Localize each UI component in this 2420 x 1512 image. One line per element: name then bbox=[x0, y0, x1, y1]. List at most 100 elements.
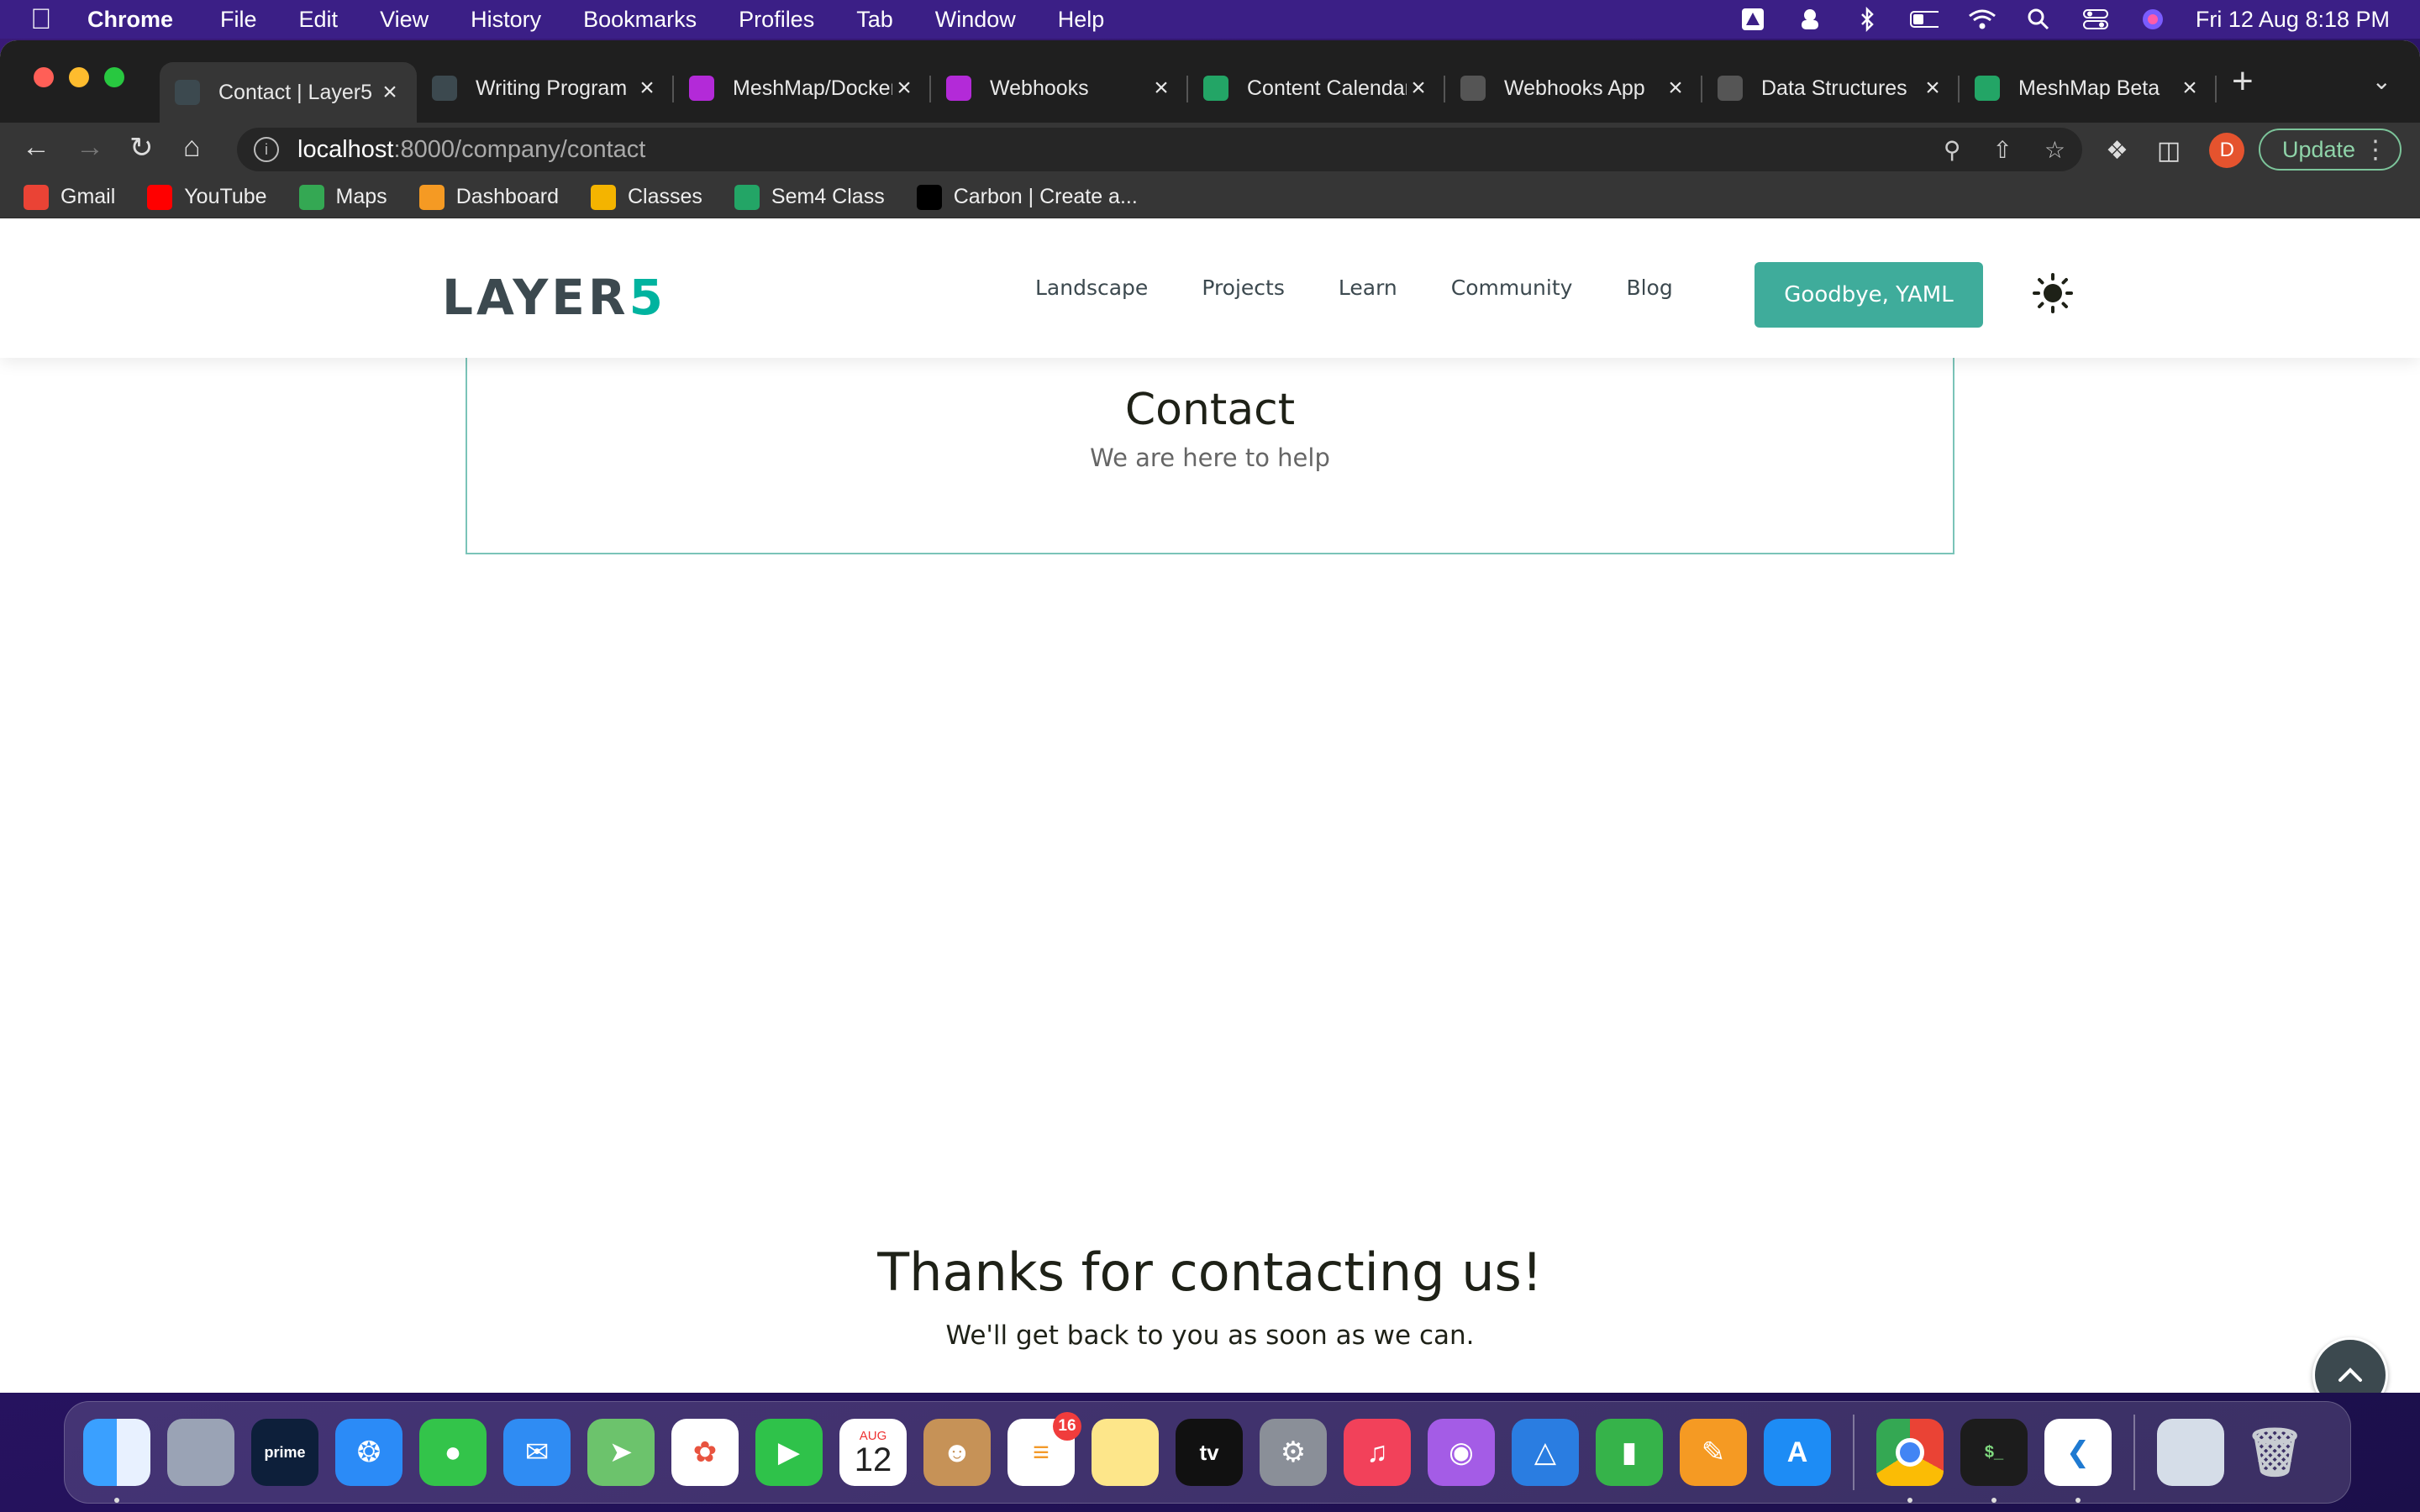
game-status-icon[interactable] bbox=[1796, 7, 1824, 32]
mail-icon[interactable]: ✉ bbox=[503, 1419, 571, 1486]
menu-bookmarks[interactable]: Bookmarks bbox=[583, 7, 697, 33]
menu-help[interactable]: Help bbox=[1058, 7, 1105, 33]
vscode-icon[interactable]: ❮ bbox=[2044, 1419, 2112, 1503]
menu-profiles[interactable]: Profiles bbox=[739, 7, 814, 33]
bookmark-item[interactable]: Carbon | Create a... bbox=[916, 184, 1138, 210]
site-info-icon[interactable]: i bbox=[254, 137, 279, 162]
tab-list: Contact | Layer5 × Writing Program × MeshMap… bbox=[160, 55, 2217, 123]
app-store-icon[interactable]: A bbox=[1764, 1419, 1831, 1486]
new-tab-button[interactable]: + bbox=[2232, 60, 2254, 102]
more-menu-icon[interactable]: ⋮ bbox=[2363, 135, 2388, 165]
nav-projects[interactable]: Projects bbox=[1202, 276, 1285, 300]
browser-tab[interactable]: Content Calendar × bbox=[1188, 62, 1445, 114]
profile-avatar[interactable]: D bbox=[2209, 133, 2245, 168]
bookmark-item[interactable]: YouTube bbox=[147, 184, 267, 210]
menu-history[interactable]: History bbox=[471, 7, 541, 33]
facetime-icon[interactable]: ▶ bbox=[755, 1419, 823, 1486]
menubar-clock[interactable]: Fri 12 Aug 8:18 PM bbox=[2196, 7, 2390, 33]
reload-icon[interactable]: ↻ bbox=[129, 131, 154, 165]
menu-tab[interactable]: Tab bbox=[856, 7, 893, 33]
tab-close-icon[interactable]: × bbox=[1150, 74, 1173, 102]
bookmark-item[interactable]: Classes bbox=[591, 184, 702, 210]
browser-tab[interactable]: Webhooks × bbox=[931, 62, 1188, 114]
numbers-icon[interactable]: ▮ bbox=[1596, 1419, 1663, 1486]
control-center-icon[interactable] bbox=[2081, 7, 2110, 32]
address-bar[interactable]: i localhost:8000/company/contact ⚲ ⇧ ☆ bbox=[237, 128, 2082, 171]
home-icon[interactable]: ⌂ bbox=[183, 131, 201, 164]
tab-search-chevron-icon[interactable]: ⌄ bbox=[2372, 67, 2391, 95]
siri-icon[interactable] bbox=[2139, 7, 2167, 32]
spotlight-search-icon[interactable] bbox=[2024, 7, 2053, 32]
goodbye-yaml-button[interactable]: Goodbye, YAML bbox=[1754, 262, 1983, 328]
theme-toggle-sun-icon[interactable] bbox=[2032, 272, 2074, 314]
back-arrow-icon[interactable]: ← bbox=[22, 131, 50, 164]
menu-file[interactable]: File bbox=[220, 7, 257, 33]
update-button[interactable]: Update ⋮ bbox=[2259, 129, 2402, 171]
bookmark-item[interactable]: Maps bbox=[298, 184, 387, 210]
extensions-puzzle-icon[interactable]: ❖ bbox=[2106, 136, 2128, 165]
tab-close-icon[interactable]: × bbox=[1407, 74, 1430, 102]
music-icon[interactable]: ♫ bbox=[1344, 1419, 1411, 1486]
zoom-window-button[interactable] bbox=[104, 67, 124, 87]
calendar-icon[interactable]: AUG 12 bbox=[839, 1419, 907, 1486]
share-icon[interactable]: ⇧ bbox=[1992, 136, 2012, 164]
close-window-button[interactable] bbox=[34, 67, 54, 87]
browser-tab[interactable]: MeshMap/Docker × bbox=[674, 62, 931, 114]
minimize-window-button[interactable] bbox=[69, 67, 89, 87]
menu-edit[interactable]: Edit bbox=[299, 7, 339, 33]
tab-close-icon[interactable]: × bbox=[1664, 74, 1687, 102]
browser-tab[interactable]: Writing Program × bbox=[417, 62, 674, 114]
bluetooth-icon[interactable] bbox=[1853, 7, 1881, 32]
bookmark-label: Classes bbox=[628, 185, 702, 208]
notes-icon[interactable] bbox=[1092, 1419, 1159, 1486]
tab-close-icon[interactable]: × bbox=[635, 74, 659, 102]
tab-close-icon[interactable]: × bbox=[2178, 74, 2202, 102]
safari-icon[interactable]: ❂ bbox=[335, 1419, 402, 1486]
browser-tab[interactable]: Data Structures × bbox=[1702, 62, 1960, 114]
battery-icon[interactable] bbox=[1909, 7, 1939, 32]
bookmark-item[interactable]: Sem4 Class bbox=[734, 184, 885, 210]
system-preferences-gear-icon[interactable]: ⚙ bbox=[1260, 1419, 1327, 1486]
wifi-icon[interactable] bbox=[1967, 7, 1996, 32]
bookmark-item[interactable]: Dashboard bbox=[418, 184, 559, 210]
podcasts-icon[interactable]: ◉ bbox=[1428, 1419, 1495, 1486]
app-menu-chrome[interactable]: Chrome bbox=[87, 7, 173, 33]
bookmark-star-icon[interactable]: ☆ bbox=[2044, 136, 2065, 164]
maps-app-icon[interactable]: ➤ bbox=[587, 1419, 655, 1486]
drive-status-icon[interactable] bbox=[1739, 7, 1767, 32]
browser-tab[interactable]: Webhooks App × bbox=[1445, 62, 1702, 114]
zoom-icon[interactable]: ⚲ bbox=[1944, 136, 1961, 164]
messages-icon[interactable]: ● bbox=[419, 1419, 487, 1486]
browser-tab[interactable]: MeshMap Beta × bbox=[1960, 62, 2217, 114]
pages-icon[interactable]: ✎ bbox=[1680, 1419, 1747, 1486]
nav-community[interactable]: Community bbox=[1451, 276, 1573, 300]
prime-video-icon[interactable]: prime bbox=[251, 1419, 318, 1486]
bookmark-label: Maps bbox=[335, 185, 387, 208]
browser-tab[interactable]: Contact | Layer5 × bbox=[160, 62, 417, 123]
menu-view[interactable]: View bbox=[380, 7, 429, 33]
apple-menu-icon[interactable]:  bbox=[30, 3, 71, 36]
photos-icon[interactable]: ✿ bbox=[671, 1419, 739, 1486]
trash-icon[interactable]: 🗑 bbox=[2241, 1419, 2308, 1486]
finder-icon[interactable] bbox=[83, 1419, 150, 1503]
apple-tv-icon[interactable]: tv bbox=[1176, 1419, 1243, 1486]
side-panel-icon[interactable]: ◫ bbox=[2157, 136, 2181, 165]
downloads-folder-icon[interactable] bbox=[2157, 1419, 2224, 1486]
layer5-logo[interactable]: LAYER5 bbox=[442, 269, 666, 326]
bookmark-item[interactable]: Gmail bbox=[24, 184, 115, 210]
forward-arrow-icon[interactable]: → bbox=[76, 131, 104, 164]
terminal-icon[interactable]: $_ bbox=[1960, 1419, 2028, 1503]
contacts-icon[interactable]: ☻ bbox=[923, 1419, 991, 1486]
nav-blog[interactable]: Blog bbox=[1626, 276, 1672, 300]
nav-learn[interactable]: Learn bbox=[1339, 276, 1397, 300]
tab-close-icon[interactable]: × bbox=[1921, 74, 1944, 102]
reminders-icon[interactable]: ≡ 16 bbox=[1007, 1412, 1081, 1486]
chrome-icon[interactable] bbox=[1876, 1419, 1944, 1503]
youtube-icon bbox=[147, 184, 173, 210]
tab-close-icon[interactable]: × bbox=[892, 74, 916, 102]
menu-window[interactable]: Window bbox=[935, 7, 1016, 33]
nav-landscape[interactable]: Landscape bbox=[1035, 276, 1148, 300]
keynote-icon[interactable]: △ bbox=[1512, 1419, 1579, 1486]
launchpad-icon[interactable] bbox=[167, 1419, 234, 1486]
tab-close-icon[interactable]: × bbox=[378, 78, 402, 107]
